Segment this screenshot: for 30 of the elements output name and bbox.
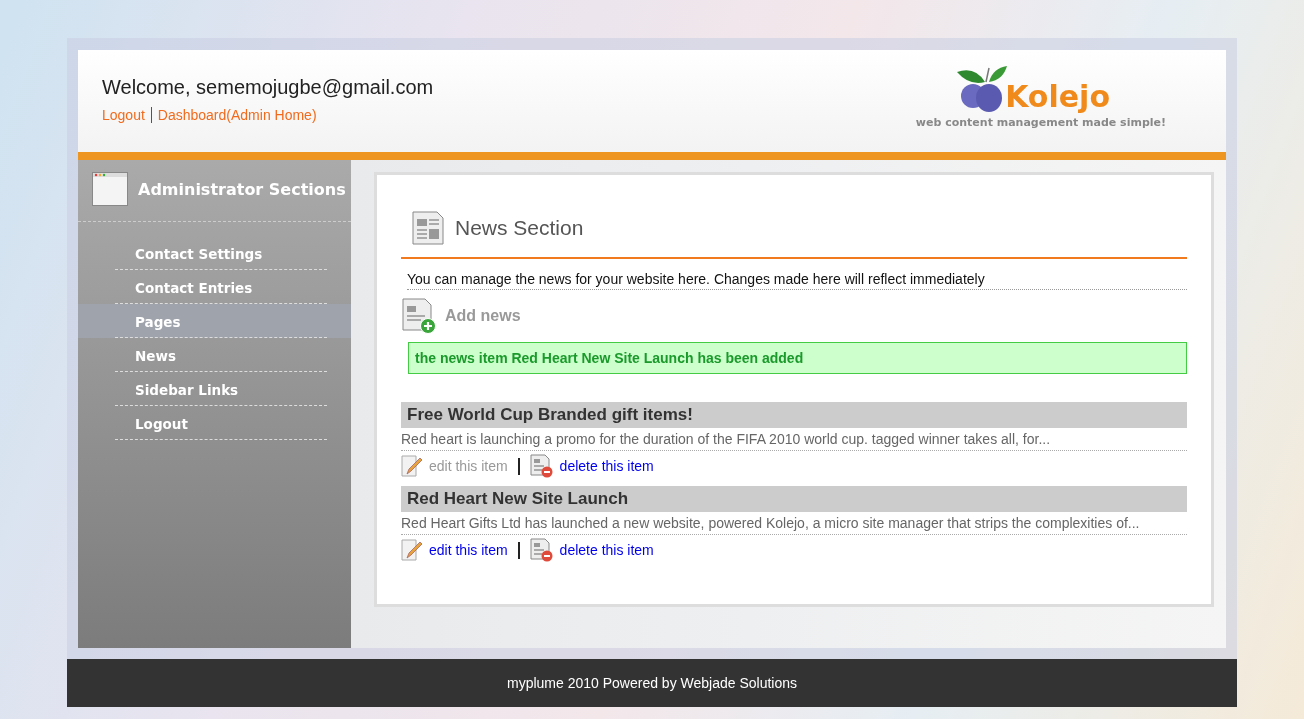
pencil-icon [401,539,423,561]
news-summary: Red heart is launching a promo for the duration of the FIFA 2010 world cup. tagged winner takes all, for... [401,428,1187,451]
sidebar-item[interactable]: News [115,338,327,372]
edit-link[interactable]: edit this item [429,458,508,474]
intro-text: You can manage the news for your website here. Changes made here will reflect immediately [407,271,1187,290]
header-link[interactable]: Logout [102,107,145,123]
success-message: the news item Red Heart New Site Launch has been added [408,342,1187,374]
delete-link[interactable]: delete this item [559,458,654,474]
pencil-icon [401,455,423,477]
news-summary: Red Heart Gifts Ltd has launched a new website, powered Kolejo, a micro site manager that strips the complexities of... [401,512,1187,535]
welcome-text: Welcome, sememojugbe@gmail.com [102,76,434,99]
delete-document-icon [529,454,554,478]
logo-tagline: web content management made simple! [915,116,1166,129]
window-icon [92,172,128,206]
sidebar-item[interactable]: Sidebar Links [115,372,327,406]
sidebar-item[interactable]: Contact Settings [115,236,327,270]
logo-text: Kolejo [1005,80,1110,114]
sidebar-item[interactable]: Logout [115,406,327,440]
edit-link[interactable]: edit this item [429,542,508,558]
delete-document-icon [529,538,554,562]
newspaper-icon [411,211,445,245]
sidebar-title: Administrator Sections [138,179,346,199]
news-title: Red Heart New Site Launch [401,486,1187,512]
delete-link[interactable]: delete this item [559,542,654,558]
section-title: News Section [455,216,584,240]
header-link[interactable]: Dashboard(Admin Home) [157,107,317,123]
footer-text: myplume 2010 Powered by Webjade Solutions [507,675,797,691]
add-newspaper-icon[interactable] [401,298,437,334]
news-title: Free World Cup Branded gift items! [401,402,1187,428]
add-news-link[interactable]: Add news [445,307,521,325]
